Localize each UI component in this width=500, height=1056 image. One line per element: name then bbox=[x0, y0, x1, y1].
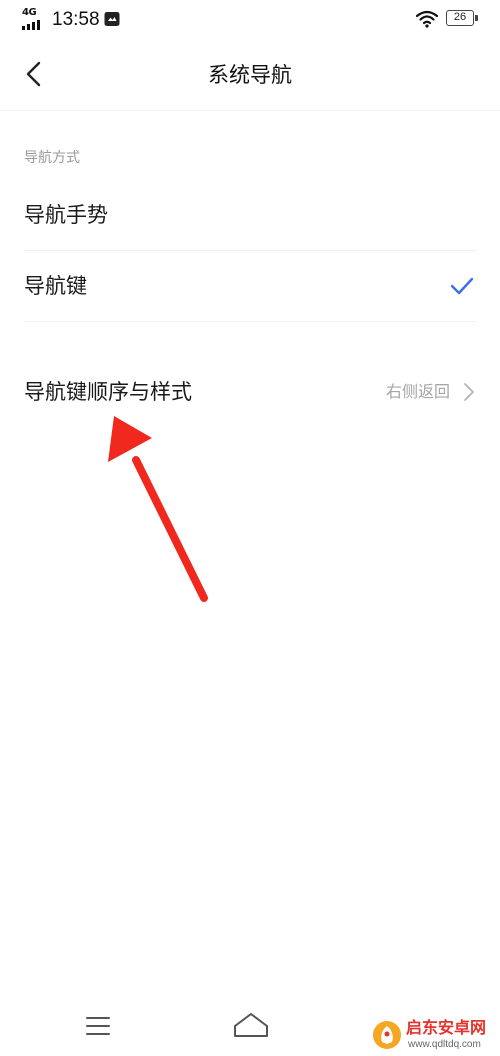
back-button[interactable] bbox=[14, 54, 54, 94]
watermark-logo-icon bbox=[373, 1021, 401, 1049]
row-value: 右侧返回 bbox=[385, 382, 450, 401]
section-label-navigation-mode: 导航方式 bbox=[24, 150, 80, 166]
signal-icon: 4G bbox=[22, 8, 48, 30]
home-icon bbox=[234, 1013, 268, 1037]
option-label: 导航键 bbox=[24, 274, 87, 298]
option-label: 导航手势 bbox=[24, 203, 108, 227]
menu-icon bbox=[86, 1017, 110, 1035]
battery-tip bbox=[475, 15, 478, 21]
battery-level: 26 bbox=[446, 10, 474, 26]
nav-home-button[interactable] bbox=[228, 1004, 274, 1048]
page-title: 系统导航 bbox=[208, 63, 292, 87]
nav-key-order-style-row[interactable]: 导航键顺序与样式 右侧返回 bbox=[24, 358, 476, 428]
check-icon bbox=[450, 277, 474, 295]
wifi-icon bbox=[416, 10, 438, 28]
option-navigation-keys[interactable]: 导航键 bbox=[24, 251, 476, 322]
status-time: 13:58 bbox=[52, 9, 100, 30]
watermark-url: www.qdltdq.com bbox=[408, 1039, 481, 1050]
message-icon bbox=[104, 12, 120, 26]
annotation-arrow-icon bbox=[108, 416, 208, 602]
option-gesture-navigation[interactable]: 导航手势 bbox=[24, 180, 476, 251]
network-type: 4G bbox=[22, 7, 37, 18]
chevron-left-icon bbox=[26, 61, 41, 87]
chevron-right-icon bbox=[464, 383, 474, 401]
nav-menu-button[interactable] bbox=[76, 1006, 120, 1046]
watermark-text: 启东安卓网 bbox=[406, 1018, 487, 1037]
app-header: 系统导航 bbox=[0, 40, 500, 111]
status-bar: 4G 13:58 26 bbox=[0, 0, 500, 40]
battery-icon: 26 bbox=[446, 10, 480, 28]
watermark: 启东安卓网 www.qdltdq.com bbox=[372, 1018, 496, 1054]
row-label: 导航键顺序与样式 bbox=[24, 380, 192, 404]
